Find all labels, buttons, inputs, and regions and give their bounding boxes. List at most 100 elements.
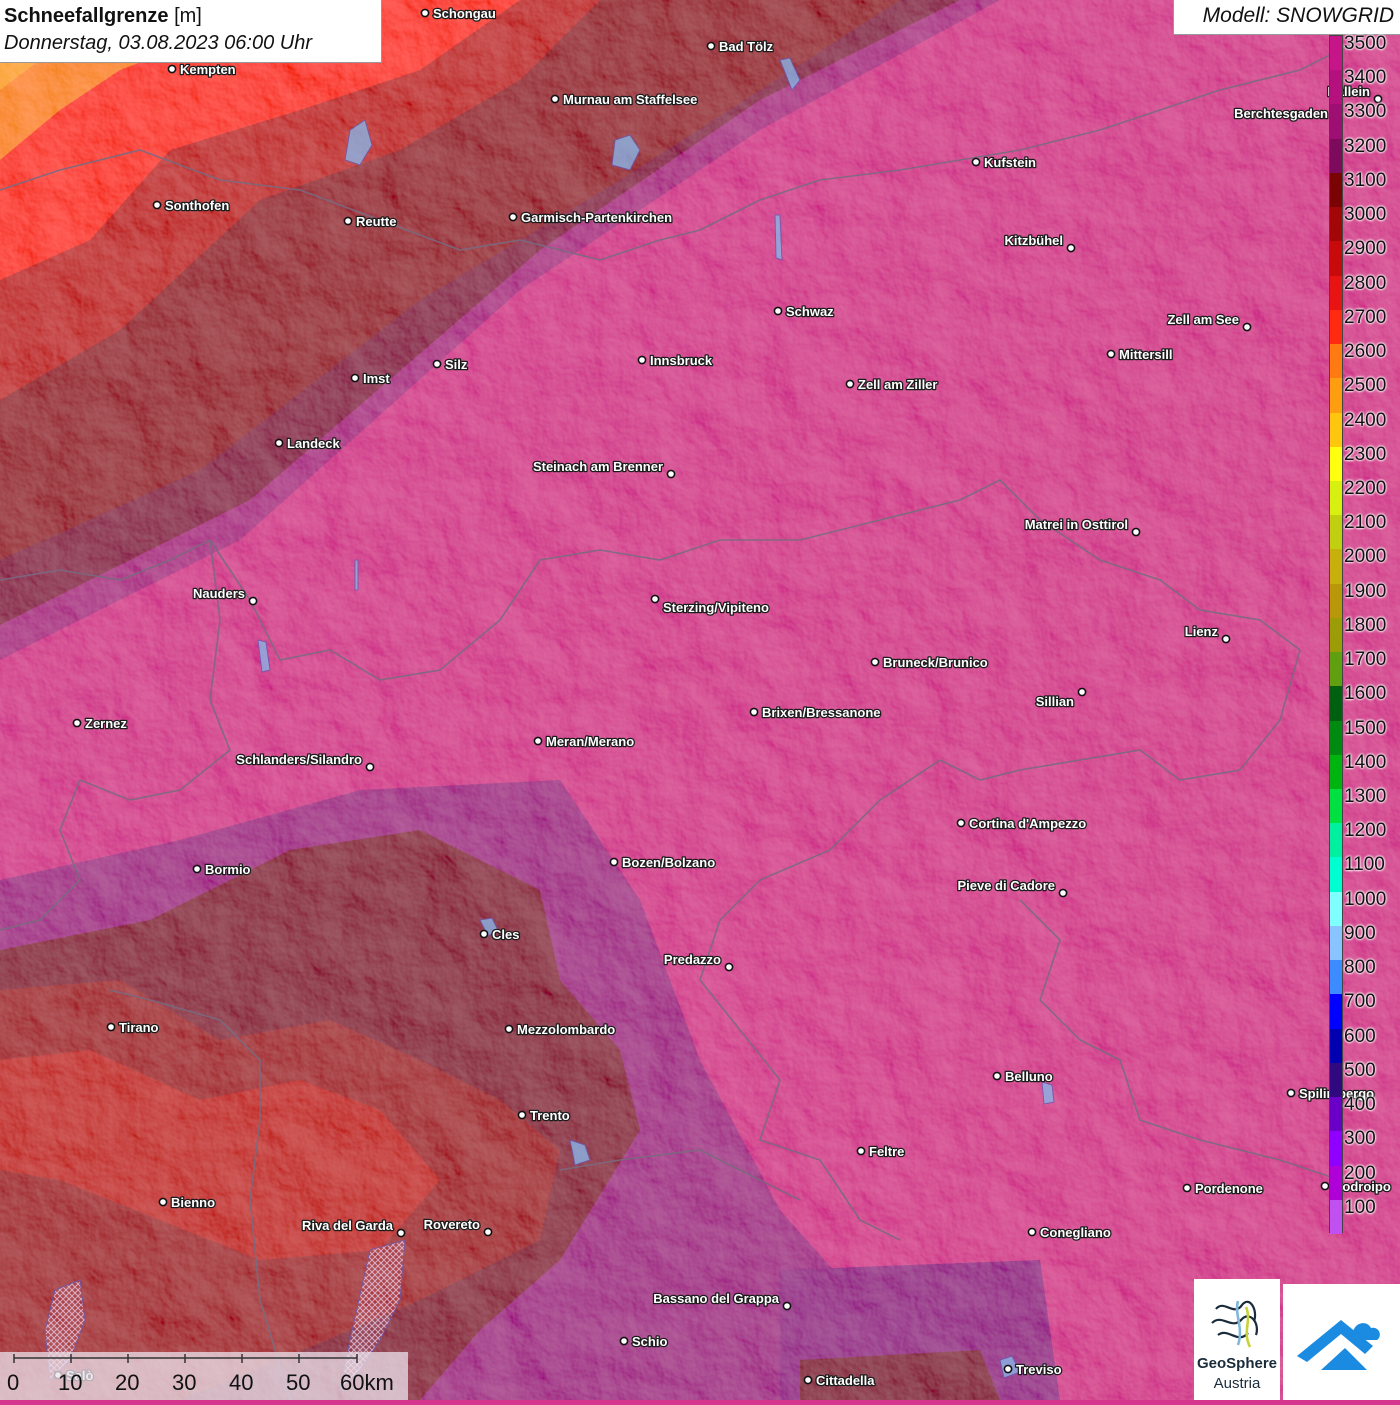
city-label: Berchtesgaden [1234, 106, 1328, 121]
city-marker: Cortina d'Ampezzo [956, 815, 1088, 832]
legend-label-700: 700 [1344, 991, 1376, 1013]
city-label: Tirano [119, 1020, 159, 1035]
legend-swatch-1200 [1330, 823, 1342, 858]
geosphere-name-line1: GeoSphere [1196, 1355, 1278, 1372]
city-dot [1077, 687, 1087, 697]
parameter-name: Schneefallgrenze [4, 5, 169, 27]
city-label: Imst [363, 371, 390, 386]
city-label: Riva del Garda [302, 1218, 394, 1233]
city-dot [992, 1071, 1002, 1081]
city-marker: Schongau [420, 5, 497, 22]
city-dot [152, 200, 162, 210]
city-label: Kitzbühel [1005, 233, 1064, 248]
city-label: Schlanders/Silandro [236, 752, 362, 767]
city-dot [106, 1022, 116, 1032]
title-line: Schneefallgrenze [m] [4, 3, 377, 29]
forecast-datetime: Donnerstag, 03.08.2023 06:00 Uhr [4, 32, 312, 54]
city-dot [749, 707, 759, 717]
legend-label-400: 400 [1344, 1094, 1376, 1116]
city-marker: Cittadella [803, 1372, 877, 1389]
city-label: Predazzo [664, 952, 721, 967]
city-dot [192, 864, 202, 874]
city-label: Feltre [869, 1144, 904, 1159]
legend-label-1900: 1900 [1344, 580, 1387, 602]
city-label: Innsbruck [650, 353, 713, 368]
legend-label-1500: 1500 [1344, 717, 1387, 739]
city-dot [517, 1110, 527, 1120]
legend-swatch-1700 [1330, 652, 1342, 687]
map-title-box: Schneefallgrenze [m] Donnerstag, 03.08.2… [0, 0, 382, 63]
legend-label-2700: 2700 [1344, 306, 1387, 328]
legend-swatch-2900 [1330, 241, 1342, 277]
city-dot [396, 1228, 406, 1238]
city-label: Zell am See [1167, 312, 1239, 327]
legend-swatch-3100 [1330, 172, 1342, 208]
city-label: Trento [530, 1108, 570, 1123]
snowfall-line-map[interactable]: Schongau Kempten Bad Tölz Murnau am Staffel… [0, 0, 1400, 1400]
city-dot [350, 373, 360, 383]
legend-swatch-2300 [1330, 446, 1342, 482]
legend-label-1000: 1000 [1344, 888, 1387, 910]
city-marker: Innsbruck [637, 352, 714, 369]
legend-label-3500: 3500 [1344, 33, 1387, 54]
city-dot [504, 1024, 514, 1034]
city-dot [550, 94, 560, 104]
legend-swatch-1400 [1330, 754, 1342, 790]
city-label: Zernez [85, 716, 127, 731]
city-dot [650, 594, 660, 604]
city-label: Pordenone [1195, 1181, 1263, 1196]
city-label: Bozen/Bolzano [622, 855, 715, 870]
legend-label-3400: 3400 [1344, 67, 1387, 89]
city-label: Schwaz [786, 304, 834, 319]
legend-label-2400: 2400 [1344, 409, 1387, 431]
city-dot [365, 762, 375, 772]
geosphere-name-line2: Austria [1213, 1375, 1261, 1392]
legend-swatch-2700 [1330, 309, 1342, 345]
legend-swatch-300 [1330, 1131, 1342, 1167]
geosphere-emblem-icon [1211, 1300, 1258, 1348]
city-label: Kufstein [984, 155, 1036, 170]
city-label: Cittadella [816, 1373, 875, 1388]
city-dot [782, 1301, 792, 1311]
legend-label-2600: 2600 [1344, 341, 1387, 363]
city-label: Nauders [193, 586, 245, 601]
legend-swatch-100 [1330, 1199, 1342, 1235]
legend-label-2200: 2200 [1344, 477, 1387, 499]
city-label: Bienno [171, 1195, 215, 1210]
legend-swatch-200 [1330, 1165, 1342, 1201]
city-marker: Meran/Merano [533, 733, 635, 750]
city-marker: Murnau am Staffelsee [550, 91, 699, 108]
legend-swatch-3300 [1330, 104, 1342, 140]
city-marker: Sonthofen [152, 197, 231, 214]
scale-tick-40: 40 [229, 1370, 254, 1395]
city-dot [508, 212, 518, 222]
legend-label-1300: 1300 [1344, 786, 1387, 808]
city-marker: Mezzolombardo [504, 1021, 617, 1038]
city-dot [666, 469, 676, 479]
legend-swatch-2600 [1330, 344, 1342, 379]
legend-swatch-1500 [1330, 720, 1342, 756]
app-logo[interactable] [1283, 1284, 1400, 1400]
city-dot [1221, 634, 1231, 644]
city-dot [432, 359, 442, 369]
scale-tick-60: 60km [340, 1370, 394, 1395]
legend-swatch-2200 [1330, 480, 1342, 516]
legend-label-1200: 1200 [1344, 820, 1387, 842]
city-label: Mezzolombardo [517, 1022, 615, 1037]
scale-tick-30: 30 [172, 1370, 197, 1395]
geosphere-logo[interactable]: GeoSphere Austria [1194, 1279, 1280, 1400]
city-marker: Bozen/Bolzano [609, 854, 717, 871]
city-label: Brixen/Bressanone [762, 705, 881, 720]
legend-label-2100: 2100 [1344, 512, 1387, 534]
city-label: Murnau am Staffelsee [563, 92, 697, 107]
city-dot [533, 736, 543, 746]
city-label: Garmisch-Partenkirchen [521, 210, 672, 225]
city-dot [956, 818, 966, 828]
scale-tick-10: 10 [58, 1370, 83, 1395]
legend-label-3000: 3000 [1344, 204, 1387, 226]
legend-label-1700: 1700 [1344, 649, 1387, 671]
city-dot [167, 64, 177, 74]
city-dot [1320, 1181, 1330, 1191]
city-dot [856, 1146, 866, 1156]
legend-swatch-900 [1330, 925, 1342, 961]
